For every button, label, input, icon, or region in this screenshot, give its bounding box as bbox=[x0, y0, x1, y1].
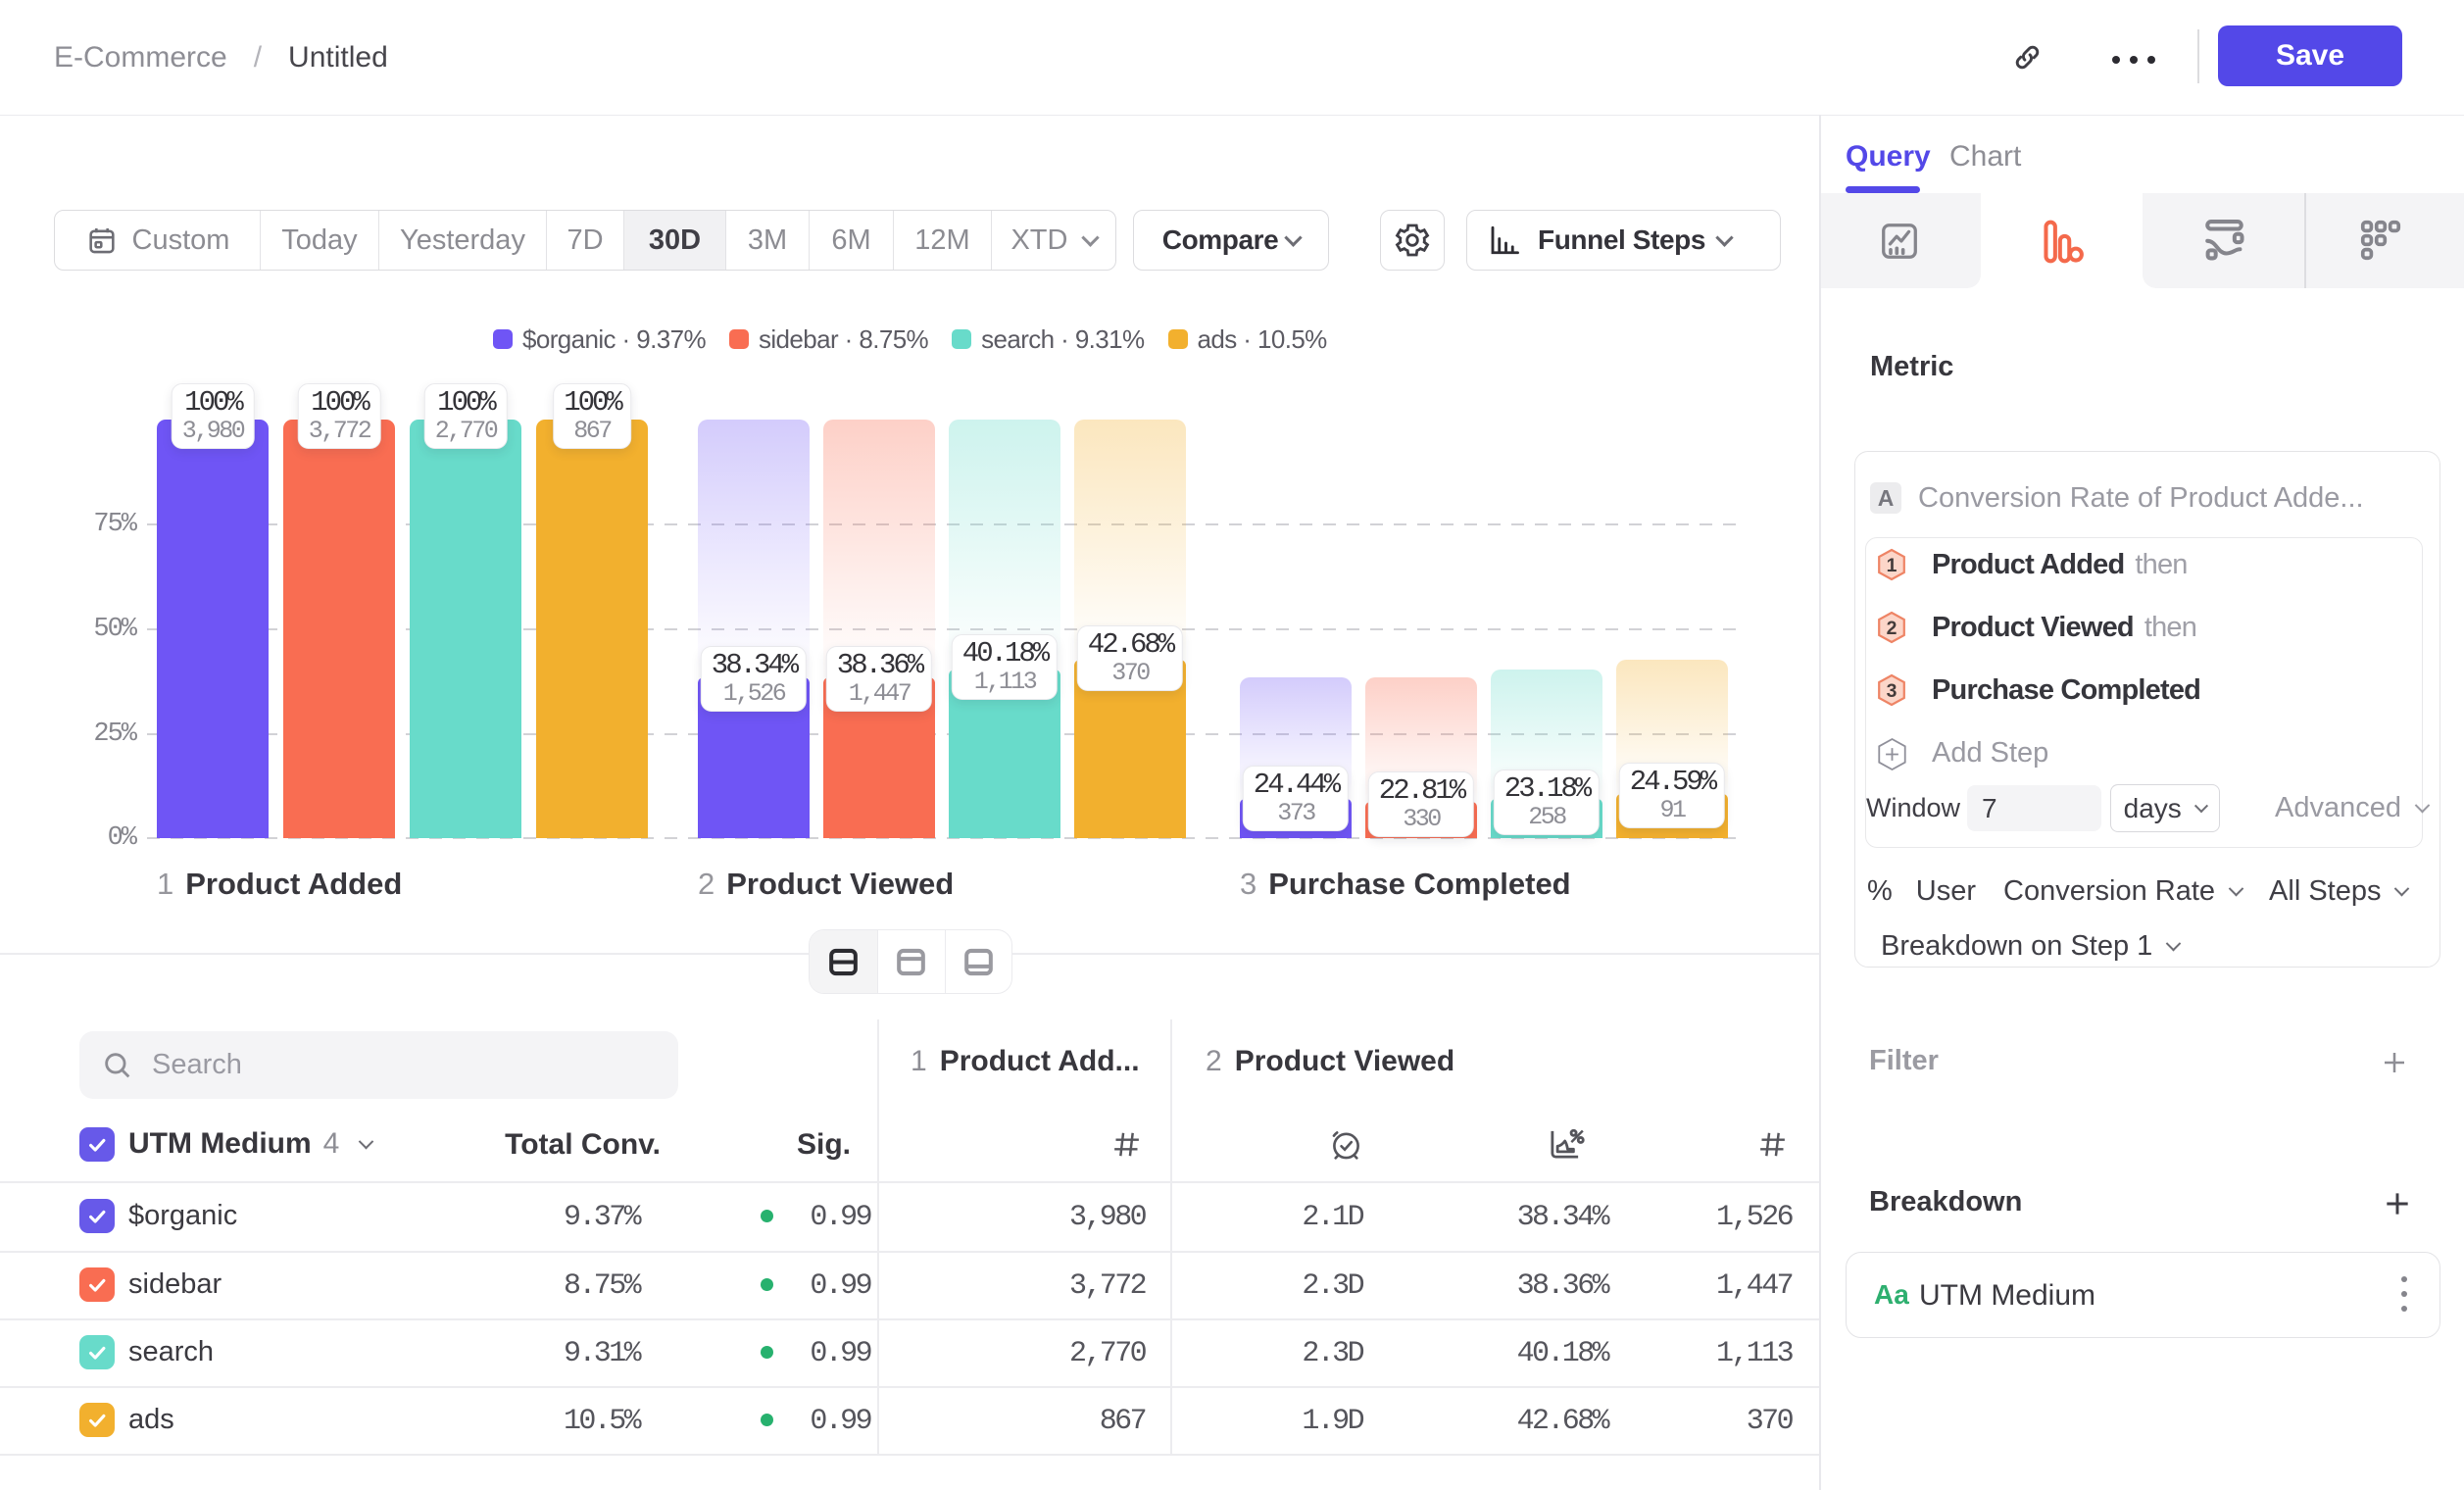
svg-text:3: 3 bbox=[1887, 680, 1897, 702]
svg-text:1: 1 bbox=[1887, 555, 1897, 576]
svg-text:2: 2 bbox=[1887, 618, 1897, 639]
